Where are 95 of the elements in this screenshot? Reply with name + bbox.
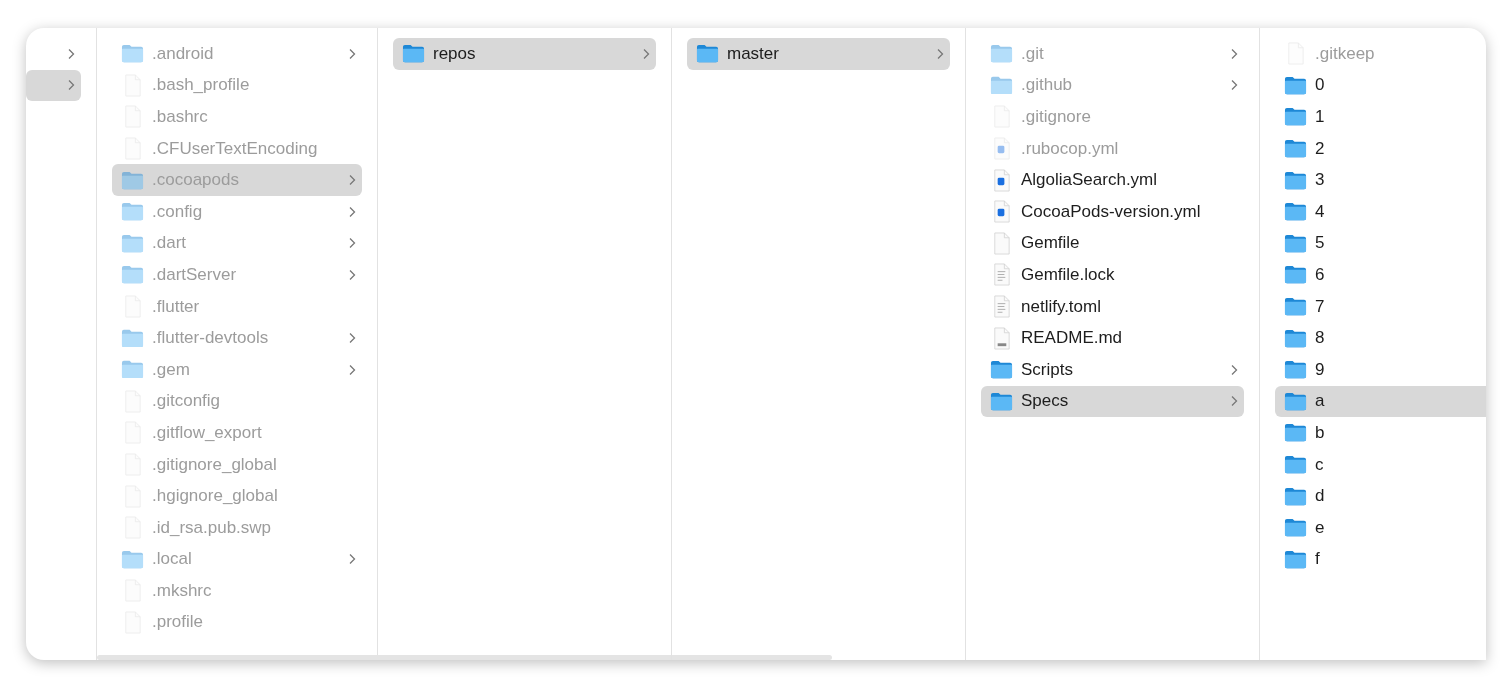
chevron-icon (348, 553, 356, 566)
file-name: e (1315, 517, 1326, 538)
file-name: 5 (1315, 233, 1326, 254)
file-name: .rubocop.yml (1021, 138, 1120, 159)
file-name: .flutter (152, 296, 201, 317)
file-name: AlgoliaSearch.yml (1021, 170, 1159, 191)
file-row[interactable]: 1 (1275, 101, 1486, 133)
file-name: .local (152, 549, 193, 570)
file-row[interactable]: 5 (1275, 227, 1486, 260)
file-row[interactable]: README.md (981, 322, 1244, 354)
file-name: .gitignore_global (152, 454, 278, 475)
file-name: .hgignore_global (152, 486, 279, 507)
file-name: f (1315, 549, 1321, 570)
file-name: .flutter-devtools (152, 328, 270, 349)
file-row[interactable]: b (1275, 417, 1486, 449)
file-row[interactable]: 0 (1275, 69, 1486, 102)
file-name: .config (152, 201, 204, 222)
file-row[interactable]: 4 (1275, 195, 1486, 228)
chevron-icon (1230, 79, 1238, 92)
file-name: Specs (1021, 391, 1070, 412)
file-name: netlify.toml (1021, 296, 1102, 317)
chevron-icon (348, 205, 356, 218)
file-name: .git (1021, 43, 1045, 64)
chevron-icon (67, 79, 75, 92)
chevron-icon (348, 47, 356, 60)
chevron-icon (348, 268, 356, 281)
chevron-icon (936, 47, 944, 60)
file-name: a (1315, 391, 1326, 412)
file-name: .gitkeep (1315, 43, 1376, 64)
chevron-icon (1230, 363, 1238, 376)
file-name: .bashrc (152, 107, 209, 127)
file-name: .profile (152, 612, 205, 633)
file-row[interactable]: Gemfile.lock (981, 259, 1244, 291)
folder-icon (1284, 453, 1307, 476)
file-name: .gitconfig (152, 391, 222, 412)
file-row[interactable]: c (1275, 448, 1486, 481)
file-row[interactable]: a (1275, 385, 1486, 418)
scroll-bar[interactable] (97, 655, 832, 660)
file-row[interactable]: Specs (981, 385, 1244, 418)
file-name: 3 (1315, 170, 1326, 191)
chevron-icon (67, 47, 75, 60)
file-name: 8 (1315, 328, 1326, 349)
file-row[interactable] (26, 69, 81, 102)
file-name: Gemfile (1021, 233, 1081, 254)
file-name: .id_rsa.pub.swp (152, 517, 273, 538)
file-name: 1 (1315, 107, 1326, 127)
chevron-icon (348, 332, 356, 345)
file-row[interactable]: master (687, 38, 950, 70)
file-row[interactable]: AlgoliaSearch.yml (981, 164, 1244, 196)
file-name: .gem (152, 359, 191, 380)
chevron-icon (348, 237, 356, 250)
file-name: .dartServer (152, 264, 238, 285)
file-name: 6 (1315, 264, 1326, 285)
file-row[interactable]: d (1275, 480, 1486, 512)
chevron-icon (1230, 395, 1238, 408)
file-row[interactable]: 6 (1275, 259, 1486, 291)
chevron-icon (348, 363, 356, 376)
file-row[interactable]: f (1275, 543, 1486, 576)
file-name: 0 (1315, 75, 1326, 96)
file-name: c (1315, 454, 1325, 475)
file-name: 7 (1315, 296, 1326, 317)
file-name: CocoaPods-version.yml (1021, 201, 1202, 222)
file-name: .android (152, 43, 215, 64)
file-name: master (727, 43, 780, 64)
file-row[interactable]: 3 (1275, 164, 1486, 196)
file-name: .mkshrc (152, 580, 213, 601)
file-name: repos (433, 43, 477, 64)
file-row[interactable]: 8 (1275, 322, 1486, 354)
file-name: .github (1021, 75, 1074, 96)
file-row[interactable]: 9 (1275, 353, 1486, 386)
file-name: .gitignore (1021, 107, 1092, 127)
file-name: .dart (152, 233, 188, 254)
file-name: .CFUserTextEncoding (152, 138, 319, 159)
file-name: .cocoapods (152, 170, 240, 191)
file-name: README.md (1021, 328, 1124, 349)
file-name: 9 (1315, 359, 1326, 380)
file-name: Gemfile.lock (1021, 264, 1116, 285)
file-row[interactable]: netlify.toml (981, 290, 1244, 323)
file-name: .bash_profile (152, 75, 251, 96)
file-name: 2 (1315, 138, 1326, 159)
file-row[interactable]: Scripts (981, 353, 1244, 386)
file-name: Scripts (1021, 359, 1074, 380)
chevron-icon (642, 47, 650, 60)
file-row[interactable]: repos (393, 38, 656, 70)
file-name: b (1315, 422, 1326, 443)
file-row[interactable]: Gemfile (981, 227, 1244, 260)
file-name: 4 (1315, 201, 1326, 222)
file-row[interactable]: e (1275, 511, 1486, 544)
file-row[interactable]: CocoaPods-version.yml (981, 195, 1244, 228)
chevron-icon (1230, 47, 1238, 60)
chevron-icon (348, 174, 356, 187)
file-name: .gitflow_export (152, 422, 263, 443)
file-name: d (1315, 486, 1326, 507)
file-row[interactable]: 2 (1275, 132, 1486, 165)
file-row[interactable]: 7 (1275, 290, 1486, 323)
